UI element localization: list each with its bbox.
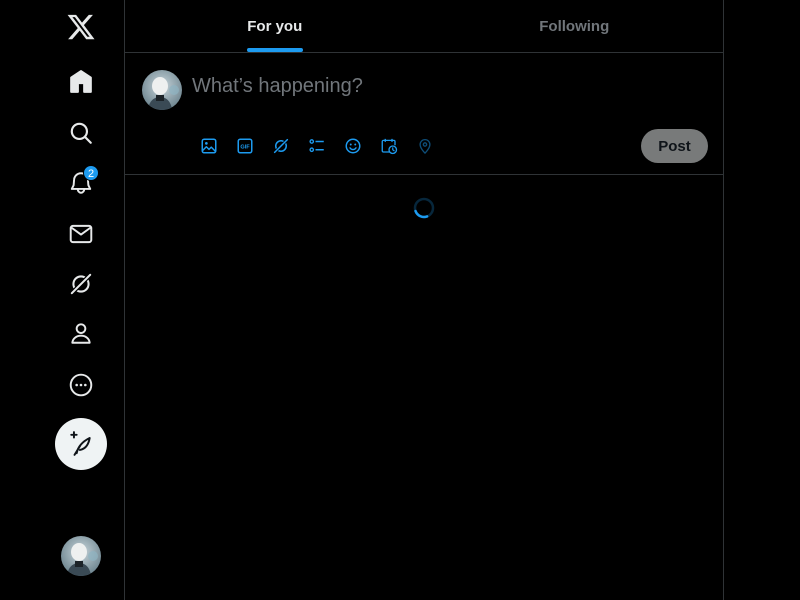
svg-text:GIF: GIF xyxy=(240,145,250,151)
sidebar: 2 xyxy=(0,0,125,600)
composer-toolbar: GIF xyxy=(191,133,443,159)
add-location-button[interactable] xyxy=(407,133,443,159)
sidebar-item-home[interactable] xyxy=(56,57,106,107)
app-root: 2 For you Following What’s happening? GI… xyxy=(0,0,800,600)
active-tab-indicator xyxy=(246,48,303,52)
feather-plus-icon xyxy=(70,431,91,456)
sidebar-item-profile[interactable] xyxy=(56,308,106,358)
add-emoji-button[interactable] xyxy=(335,133,371,159)
sidebar-item-explore[interactable] xyxy=(56,108,106,158)
add-media-button[interactable] xyxy=(191,133,227,159)
sidebar-item-messages[interactable] xyxy=(56,209,106,259)
x-logo-link[interactable] xyxy=(56,2,106,52)
grok-icon xyxy=(273,138,289,154)
post-button[interactable]: Post xyxy=(641,129,708,163)
tab-following-label: Following xyxy=(539,17,610,35)
sidebar-item-grok[interactable] xyxy=(56,259,106,309)
grok-button[interactable] xyxy=(263,133,299,159)
envelope-icon xyxy=(69,224,93,244)
schedule-post-button[interactable] xyxy=(371,133,407,159)
more-circle-icon xyxy=(69,373,93,397)
compose-text-input[interactable] xyxy=(192,75,692,98)
gif-icon: GIF xyxy=(237,138,253,154)
emoji-icon xyxy=(345,138,361,154)
poll-icon xyxy=(309,139,324,153)
person-icon xyxy=(71,323,91,344)
grok-icon xyxy=(69,272,93,296)
image-icon xyxy=(201,138,217,154)
schedule-icon xyxy=(381,138,398,155)
loading-spinner xyxy=(413,197,435,219)
timeline-tabs: For you Following xyxy=(125,0,724,53)
composer-avatar[interactable] xyxy=(142,70,182,110)
tab-for-you[interactable]: For you xyxy=(125,0,425,52)
add-gif-button[interactable]: GIF xyxy=(227,133,263,159)
sidebar-item-notifications[interactable]: 2 xyxy=(56,158,106,208)
account-avatar-button[interactable] xyxy=(61,536,101,576)
search-icon xyxy=(70,122,92,144)
avatar xyxy=(142,70,182,110)
tab-for-you-label: For you xyxy=(247,17,303,35)
main-timeline: For you Following What’s happening? GIF … xyxy=(125,0,724,600)
compose-post-button[interactable] xyxy=(55,418,107,470)
notification-badge: 2 xyxy=(83,165,99,181)
post-composer: GIF xyxy=(125,53,724,175)
tab-following[interactable]: Following xyxy=(425,0,725,52)
avatar xyxy=(61,536,101,576)
add-poll-button[interactable] xyxy=(299,133,335,159)
location-icon xyxy=(419,139,431,154)
x-logo-icon xyxy=(67,14,95,40)
home-icon xyxy=(70,70,92,93)
sidebar-item-more[interactable] xyxy=(56,360,106,410)
